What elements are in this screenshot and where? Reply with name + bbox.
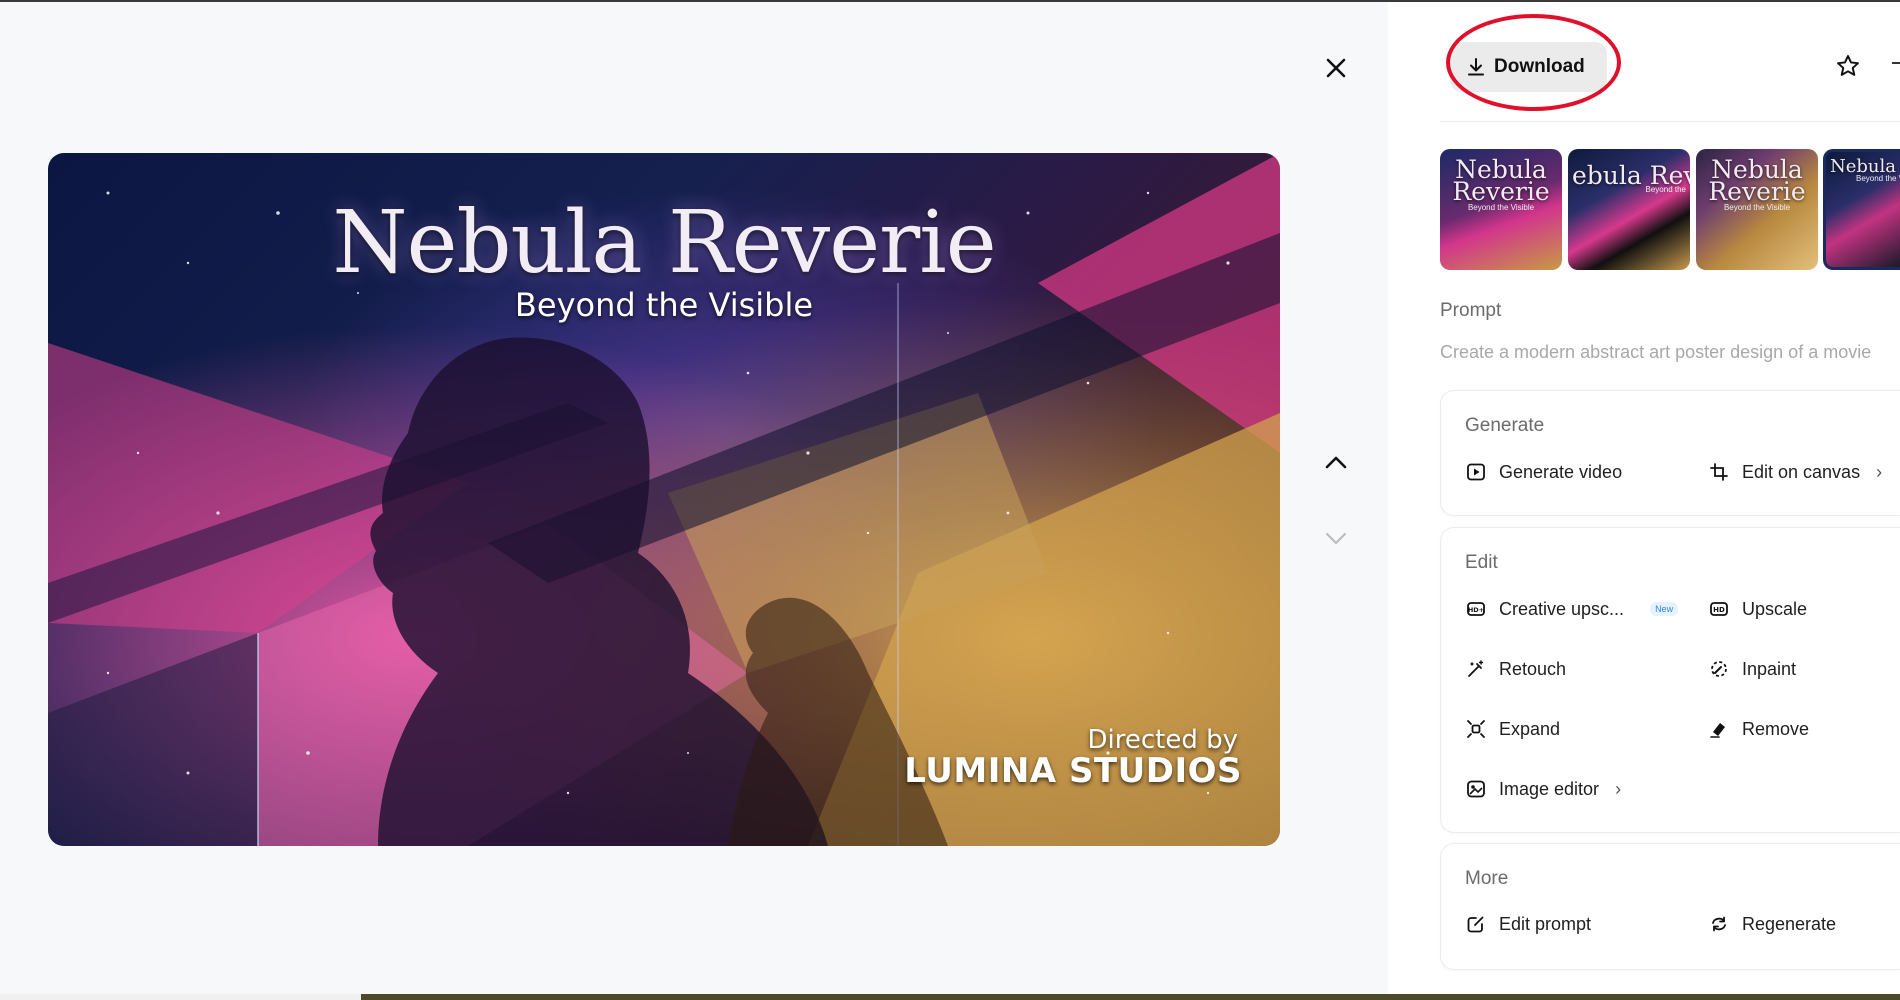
chevron-down-icon — [1325, 532, 1347, 545]
inpaint-button[interactable]: Inpaint — [1708, 654, 1796, 684]
svg-text:HD+: HD+ — [1468, 606, 1484, 614]
edit-section: Edit HD+ Creative upsc... New HD Upscale… — [1440, 527, 1900, 833]
thumbnail-1[interactable]: Nebula Reverie Beyond the Visible — [1440, 149, 1562, 270]
thumbnail-subtitle: Beyond the Visible — [1723, 203, 1791, 212]
generate-video-button[interactable]: Generate video — [1465, 457, 1622, 487]
prompt-text[interactable]: Create a modern abstract art poster desi… — [1440, 342, 1900, 363]
section-title-edit: Edit — [1465, 552, 1498, 573]
expand-label: Expand — [1499, 718, 1561, 739]
previous-image-button[interactable] — [1318, 444, 1354, 480]
inpaint-label: Inpaint — [1742, 658, 1797, 679]
retouch-label: Retouch — [1499, 658, 1567, 679]
regenerate-icon — [1708, 913, 1730, 935]
annotation-circle — [1446, 14, 1621, 111]
svg-text:HD: HD — [1713, 606, 1725, 614]
more-section: More Edit prompt Regenerate — [1440, 843, 1900, 970]
panel-divider — [1440, 121, 1900, 122]
section-title-more: More — [1465, 868, 1509, 889]
close-icon — [1326, 58, 1346, 78]
generate-section: Generate Generate video Edit on canvas › — [1440, 390, 1900, 516]
more-options-icon[interactable] — [1892, 62, 1900, 64]
edit-on-canvas-button[interactable]: Edit on canvas › — [1708, 457, 1882, 487]
thumbnail-subtitle: Beyond the Visible — [1467, 203, 1535, 212]
thumbnail-2[interactable]: ebula Rever Beyond the — [1568, 149, 1690, 270]
crop-icon — [1708, 461, 1730, 483]
thumbnail-subtitle: Beyond the — [1645, 185, 1686, 194]
play-box-icon — [1465, 461, 1487, 483]
hd-plus-icon: HD+ — [1465, 598, 1487, 620]
poster-credit-line2: LUMINA STUDIOS — [904, 751, 1242, 791]
edit-prompt-icon — [1465, 913, 1487, 935]
retouch-button[interactable]: Retouch — [1465, 654, 1566, 684]
hd-icon: HD — [1708, 598, 1730, 620]
thumbnail-title: Nebula Reverie — [1452, 155, 1550, 206]
image-editor-label: Image editor — [1499, 778, 1600, 799]
remove-button[interactable]: Remove — [1708, 714, 1809, 744]
image-editor-icon — [1465, 778, 1487, 800]
thumbnail-title: Nebula Reverie — [1708, 155, 1806, 206]
edit-prompt-button[interactable]: Edit prompt — [1465, 909, 1591, 939]
bottom-strip — [0, 994, 1900, 1000]
thumbnail-subtitle: Beyond the Vis — [1856, 174, 1900, 183]
thumbnail-title: ebula Rever — [1572, 161, 1690, 190]
thumbnail-4-selected[interactable]: Nebula Re Beyond the Vis — [1823, 149, 1900, 270]
new-badge: New — [1650, 602, 1679, 616]
inpaint-icon — [1708, 658, 1730, 680]
chevron-right-icon: › — [1615, 778, 1622, 799]
next-image-button[interactable] — [1318, 521, 1354, 557]
poster-title: Nebula Reverie — [332, 193, 996, 293]
close-button[interactable] — [1318, 50, 1354, 86]
generate-video-label: Generate video — [1499, 461, 1623, 482]
remove-label: Remove — [1742, 718, 1810, 739]
thumbnail-3[interactable]: Nebula Reverie Beyond the Visible — [1696, 149, 1818, 270]
star-icon — [1837, 55, 1859, 76]
expand-button[interactable]: Expand — [1465, 714, 1560, 744]
edit-prompt-label: Edit prompt — [1499, 913, 1592, 934]
expand-icon — [1465, 718, 1487, 740]
eraser-icon — [1708, 718, 1730, 740]
prompt-label: Prompt — [1440, 300, 1502, 321]
section-title-generate: Generate — [1465, 415, 1545, 436]
chevron-up-icon — [1325, 456, 1347, 469]
poster-image: Nebula Reverie Beyond the Visible Direct… — [48, 153, 1280, 846]
creative-upscale-button[interactable]: HD+ Creative upsc... New — [1465, 594, 1679, 624]
magic-wand-icon — [1465, 658, 1487, 680]
image-editor-button[interactable]: Image editor › — [1465, 774, 1621, 804]
poster-subtitle: Beyond the Visible — [514, 286, 814, 324]
favorite-button[interactable] — [1832, 50, 1864, 82]
creative-upscale-label: Creative upsc... — [1499, 598, 1625, 619]
upscale-button[interactable]: HD Upscale — [1708, 594, 1807, 624]
upscale-label: Upscale — [1742, 598, 1808, 619]
edit-on-canvas-label: Edit on canvas — [1742, 461, 1861, 482]
chevron-right-icon: › — [1876, 461, 1883, 482]
regenerate-button[interactable]: Regenerate — [1708, 909, 1836, 939]
regenerate-label: Regenerate — [1742, 913, 1837, 934]
